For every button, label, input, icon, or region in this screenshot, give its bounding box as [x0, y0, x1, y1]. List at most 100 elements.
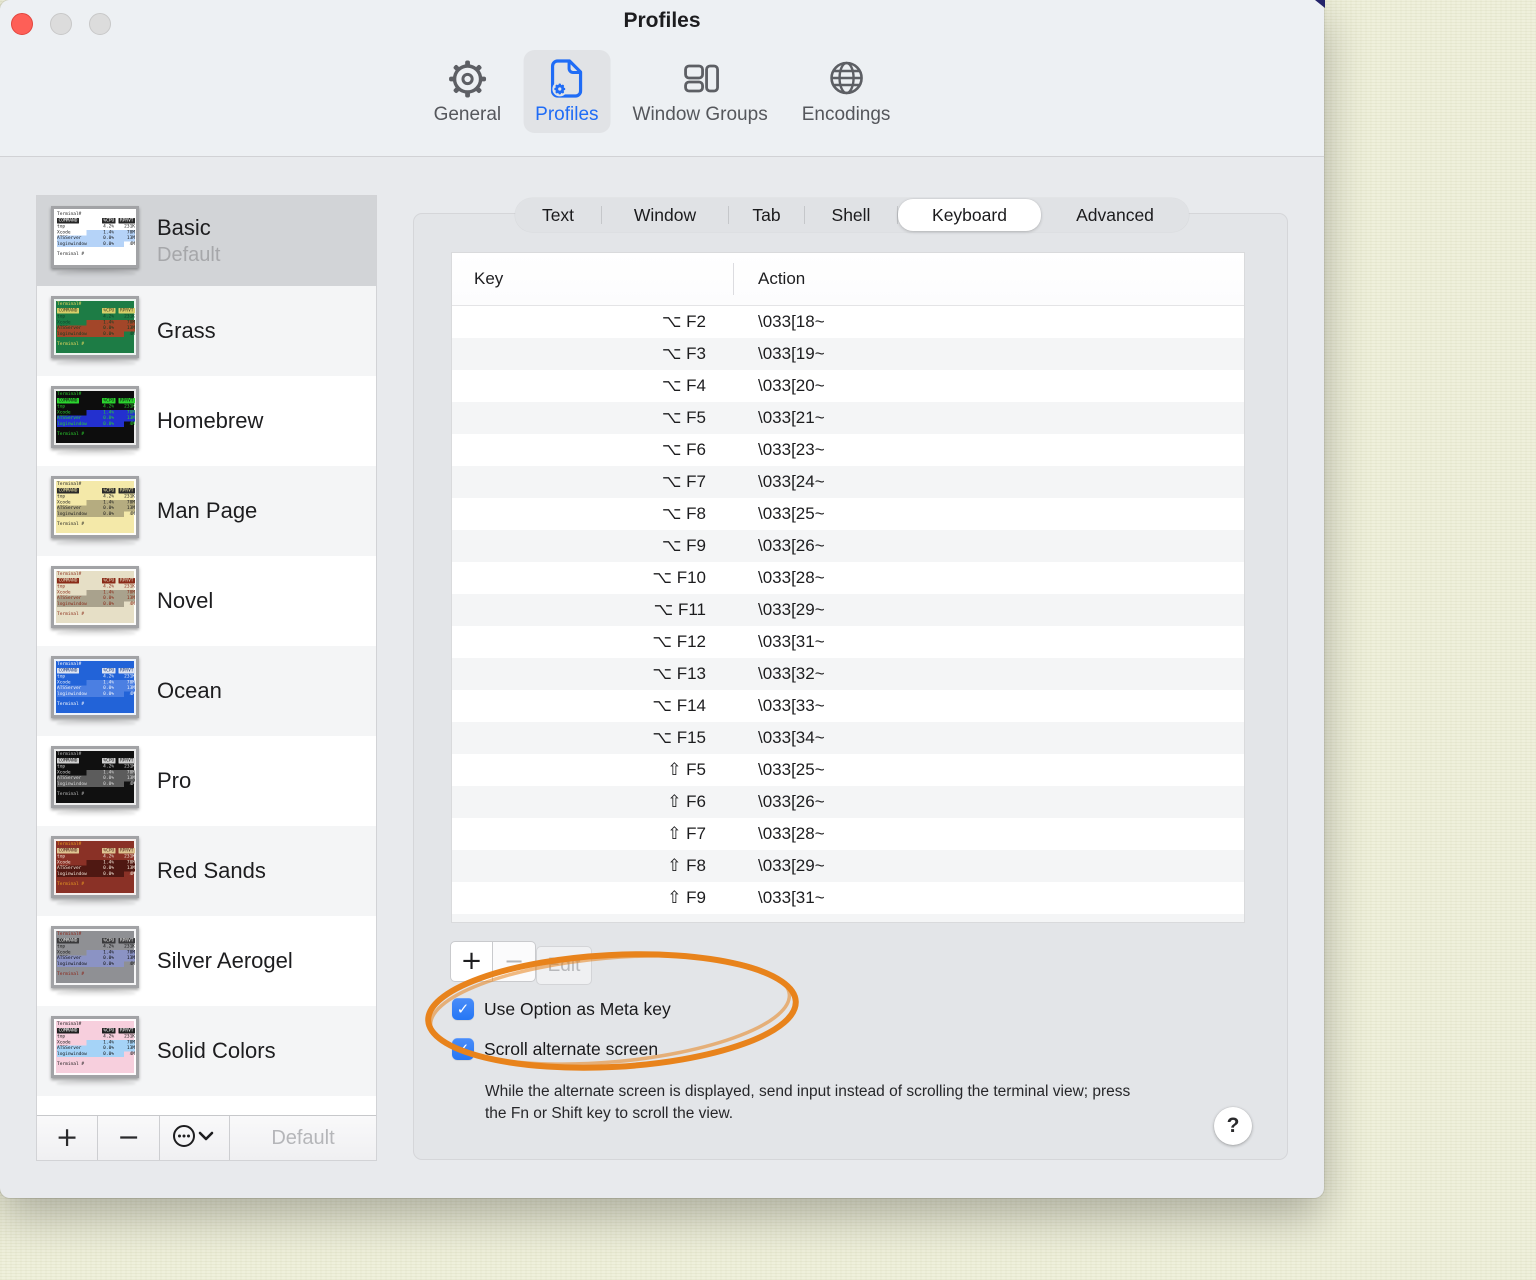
globe-icon [824, 57, 868, 101]
shortcut-row-opt-f5[interactable]: ⌥ F5 \033[21~ [452, 402, 1244, 434]
shortcut-row-opt-f4[interactable]: ⌥ F4 \033[20~ [452, 370, 1244, 402]
add-profile-button[interactable]: + [37, 1116, 98, 1160]
toolbar-item-label: Window Groups [632, 104, 768, 125]
profile-row-ocean[interactable]: Terminal# COMMAND %CPU RPRVT top 4.2% 231K Xco… [37, 646, 376, 736]
gear-icon [445, 57, 489, 101]
question-mark-icon: ? [1226, 1114, 1240, 1137]
profile-row-homebrew[interactable]: Terminal# COMMAND %CPU RPRVT top 4.2% 231K Xco… [37, 376, 376, 466]
option-key-icon: ⌥ [661, 536, 682, 556]
option-key-icon: ⌥ [661, 344, 682, 364]
default-profile-button[interactable]: Default [230, 1116, 376, 1160]
action-cell: \033[28~ [758, 824, 825, 843]
shortcut-row-opt-f8[interactable]: ⌥ F8 \033[25~ [452, 498, 1244, 530]
check-icon: ✓ [456, 1000, 470, 1018]
plus-icon: + [460, 945, 483, 976]
action-cell: \033[18~ [758, 312, 825, 331]
shortcut-row-opt-f7[interactable]: ⌥ F7 \033[24~ [452, 466, 1244, 498]
shortcut-row-shift-f8[interactable]: ⇧ F8 \033[29~ [452, 850, 1244, 882]
key-cell: ⌥ F9 [661, 536, 706, 556]
scroll-alternate-screen-row: ✓ Scroll alternate screen [452, 1038, 658, 1060]
action-cell: \033[33~ [758, 696, 825, 715]
key-cell: ⌥ F14 [652, 696, 706, 716]
column-header-action[interactable]: Action [758, 253, 805, 305]
option-key-icon: ⌥ [652, 664, 672, 684]
tab-keyboard[interactable]: Keyboard [898, 199, 1041, 231]
shortcut-row-opt-f6[interactable]: ⌥ F6 \033[23~ [452, 434, 1244, 466]
remove-shortcut-button[interactable]: − [493, 941, 536, 982]
shift-key-icon: ⇧ [667, 792, 682, 812]
toolbar-item-encodings[interactable]: Encodings [790, 50, 903, 133]
profile-thumbnail: Terminal# COMMAND %CPU RPRVT top 4.2% 231K Xco… [51, 835, 141, 907]
option-key-icon: ⌥ [652, 632, 672, 652]
tab-text[interactable]: Text [515, 198, 601, 232]
profile-thumbnail: Terminal# COMMAND %CPU RPRVT top 4.2% 231K Xco… [51, 925, 141, 997]
alternate-screen-help-text: While the alternate screen is displayed,… [485, 1083, 1131, 1122]
shortcut-row-opt-f12[interactable]: ⌥ F12 \033[31~ [452, 626, 1244, 658]
shift-key-icon: ⇧ [667, 824, 682, 844]
preferences-toolbar: General Profiles Window Groups Encodings [422, 50, 903, 133]
profile-row-pro[interactable]: Terminal# COMMAND %CPU RPRVT top 4.2% 231K Xco… [37, 736, 376, 826]
action-cell: \033[26~ [758, 792, 825, 811]
key-cell: ⌥ F8 [661, 504, 706, 524]
use-option-as-meta-key-label[interactable]: Use Option as Meta key [484, 999, 671, 1020]
tab-shell[interactable]: Shell [805, 198, 897, 232]
option-key-icon: ⌥ [653, 600, 674, 620]
shortcut-row-opt-f13[interactable]: ⌥ F13 \033[32~ [452, 658, 1244, 690]
action-cell: \033[32~ [758, 664, 825, 683]
tab-window[interactable]: Window [602, 198, 728, 232]
profile-row-solid-colors[interactable]: Terminal# COMMAND %CPU RPRVT top 4.2% 231K Xco… [37, 1006, 376, 1096]
shortcut-row-shift-f6[interactable]: ⇧ F6 \033[26~ [452, 786, 1244, 818]
use-option-as-meta-key-checkbox[interactable]: ✓ [452, 998, 474, 1020]
tab-tab[interactable]: Tab [729, 198, 804, 232]
scroll-alternate-screen-checkbox[interactable]: ✓ [452, 1038, 474, 1060]
shortcut-row-shift-f9[interactable]: ⇧ F9 \033[31~ [452, 882, 1244, 914]
shortcut-row-opt-f2[interactable]: ⌥ F2 \033[18~ [452, 306, 1244, 338]
option-key-icon: ⌥ [661, 376, 682, 396]
column-divider[interactable] [733, 263, 734, 295]
remove-profile-button[interactable]: − [98, 1116, 160, 1160]
window-title: Profiles [623, 9, 701, 32]
keyboard-shortcuts-table: Key Action ⌥ F2 \033[18~ ⌥ F3 \033[19~ ⌥ F4 \… [451, 252, 1245, 923]
scroll-alternate-screen-label[interactable]: Scroll alternate screen [484, 1039, 658, 1060]
profile-thumbnail: Terminal# COMMAND %CPU RPRVT top 4.2% 231K Xco… [51, 655, 141, 727]
toolbar-item-general[interactable]: General [422, 50, 514, 133]
shortcut-row-opt-f11[interactable]: ⌥ F11 \033[29~ [452, 594, 1244, 626]
shortcut-row-shift-f5[interactable]: ⇧ F5 \033[25~ [452, 754, 1244, 786]
profile-row-red-sands[interactable]: Terminal# COMMAND %CPU RPRVT top 4.2% 231K Xco… [37, 826, 376, 916]
profile-row-man-page[interactable]: Terminal# COMMAND %CPU RPRVT top 4.2% 231K Xco… [37, 466, 376, 556]
minus-icon: − [117, 1121, 140, 1153]
mini-terminal-preview: Terminal# COMMAND %CPU RPRVT top 4.2% 231K Xco… [57, 661, 135, 706]
profile-name: Solid Colors [157, 1038, 276, 1063]
cursor-artifact [1315, 0, 1325, 8]
shortcut-row-shift-f7[interactable]: ⇧ F7 \033[28~ [452, 818, 1244, 850]
shortcut-row-opt-f10[interactable]: ⌥ F10 \033[28~ [452, 562, 1244, 594]
edit-shortcut-button[interactable]: Edit [536, 946, 592, 985]
shortcut-row-opt-f9[interactable]: ⌥ F9 \033[26~ [452, 530, 1244, 562]
shortcut-row-opt-f3[interactable]: ⌥ F3 \033[19~ [452, 338, 1244, 370]
profile-row-grass[interactable]: Terminal# COMMAND %CPU RPRVT top 4.2% 231K Xco… [37, 286, 376, 376]
shortcut-row-opt-f15[interactable]: ⌥ F15 \033[34~ [452, 722, 1244, 754]
shortcut-row-opt-f14[interactable]: ⌥ F14 \033[33~ [452, 690, 1244, 722]
action-cell: \033[20~ [758, 376, 825, 395]
mini-terminal-preview: Terminal# COMMAND %CPU RPRVT top 4.2% 231K Xco… [57, 301, 135, 346]
action-cell: \033[25~ [758, 504, 825, 523]
profile-row-silver-aerogel[interactable]: Terminal# COMMAND %CPU RPRVT top 4.2% 231K Xco… [37, 916, 376, 1006]
help-button[interactable]: ? [1214, 1107, 1252, 1145]
profile-row-novel[interactable]: Terminal# COMMAND %CPU RPRVT top 4.2% 231K Xco… [37, 556, 376, 646]
tab-advanced[interactable]: Advanced [1041, 198, 1189, 232]
key-cell: ⌥ F15 [652, 728, 706, 748]
toolbar-item-window-groups[interactable]: Window Groups [621, 50, 780, 133]
toolbar-item-profiles[interactable]: Profiles [523, 50, 611, 133]
key-cell: ⌥ F6 [661, 440, 706, 460]
profiles-sidebar: Terminal# COMMAND %CPU RPRVT top 4.2% 231K Xco… [36, 195, 377, 1161]
add-shortcut-button[interactable]: + [450, 941, 493, 982]
option-key-icon: ⌥ [661, 408, 682, 428]
shift-key-icon: ⇧ [667, 888, 682, 908]
profile-actions-menu-button[interactable] [160, 1116, 230, 1160]
toolbar-item-label: General [433, 104, 502, 125]
action-cell: \033[21~ [758, 408, 825, 427]
plus-icon: + [55, 1121, 79, 1153]
shortcut-edit-buttons: + − [450, 941, 536, 982]
profile-row-basic[interactable]: Terminal# COMMAND %CPU RPRVT top 4.2% 231K Xco… [37, 196, 376, 286]
column-header-key[interactable]: Key [474, 253, 503, 305]
